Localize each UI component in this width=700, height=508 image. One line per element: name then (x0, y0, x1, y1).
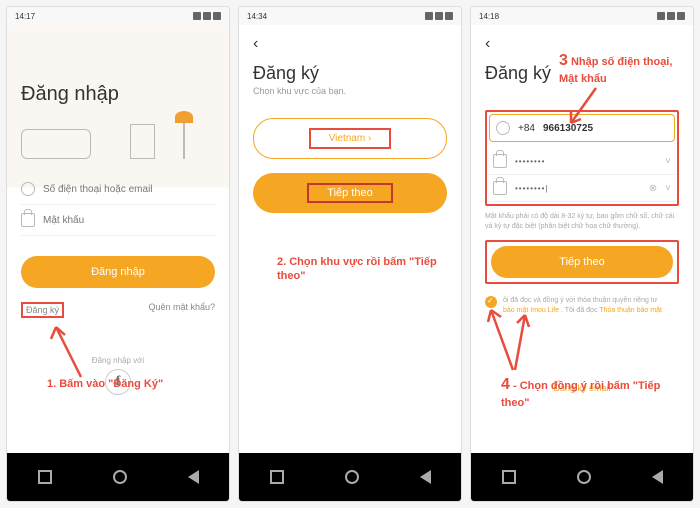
privacy-link[interactable]: bảo mật (503, 307, 528, 314)
next-button[interactable]: Tiếp theo (491, 246, 673, 278)
screen-login: 14:17 Đăng nhập Đăng nhập Đăng ký Quên m… (6, 6, 230, 502)
decor-illustration (21, 114, 215, 164)
status-time: 14:18 (479, 12, 499, 21)
user-icon (21, 182, 35, 196)
lock-icon (493, 181, 507, 195)
nav-recent[interactable] (502, 470, 516, 484)
status-bar: 14:17 (7, 7, 229, 25)
nav-home[interactable] (113, 470, 127, 484)
nav-back[interactable] (420, 470, 431, 484)
status-bar: 14:34 (239, 7, 461, 25)
region-button[interactable]: Vietnam › (253, 118, 447, 159)
status-time: 14:34 (247, 12, 267, 21)
forgot-link[interactable]: Quên mật khẩu? (148, 302, 215, 318)
nav-home[interactable] (577, 470, 591, 484)
nav-home[interactable] (345, 470, 359, 484)
login-button[interactable]: Đăng nhập (21, 256, 215, 288)
status-time: 14:17 (15, 12, 35, 21)
status-bar: 14:18 (471, 7, 693, 25)
login-title: Đăng nhập (21, 25, 215, 114)
password-hint: Mật khẩu phải có độ dài 8-32 ký tự, bao … (485, 212, 679, 232)
nav-bar (239, 453, 461, 501)
screen-form: 14:18 ‹ Đăng ký 3 Nhập số điện thoại, Mậ… (470, 6, 694, 502)
password-field[interactable]: •••••••• ˅ (489, 148, 675, 175)
password-field[interactable] (21, 205, 215, 236)
agree-checkbox[interactable]: ôi đã đọc và đồng ý với thỏa thuận quyền… (485, 296, 679, 317)
nav-back[interactable] (652, 470, 663, 484)
annotation-1: 1. Bấm vào "Đăng Ký" (47, 377, 163, 391)
confirm-password-field[interactable]: ••••••••| ⊗ ˅ (489, 175, 675, 202)
back-icon[interactable]: ‹ (253, 25, 447, 57)
nav-bar (7, 453, 229, 501)
password-input[interactable] (43, 215, 215, 226)
annotation-4: 4 - Chọn đồng ý rồi bấm "Tiếp theo" (501, 375, 671, 410)
register-link[interactable]: Đăng ký (21, 302, 64, 318)
annotation-3: 3 Nhập số điện thoại, Mật khẩu (559, 51, 689, 86)
phone-field[interactable] (21, 174, 215, 205)
phone-input[interactable] (43, 184, 215, 195)
checkbox-icon[interactable] (485, 296, 497, 308)
nav-recent[interactable] (270, 470, 284, 484)
nav-recent[interactable] (38, 470, 52, 484)
annotation-2: 2. Chọn khu vực rồi bấm "Tiếp theo" (277, 255, 437, 284)
register-title: Đăng ký (253, 57, 447, 86)
screen-region: 14:34 ‹ Đăng ký Chọn khu vực của bạn. Vi… (238, 6, 462, 502)
nav-bar (471, 453, 693, 501)
phone-field[interactable]: +84 966130725 (496, 119, 668, 137)
eye-icon[interactable]: ˅ (665, 156, 671, 167)
eye-icon[interactable]: ˅ (665, 183, 671, 194)
agreement-link[interactable]: Thỏa thuận bảo mật (599, 307, 662, 314)
lock-icon (493, 154, 507, 168)
register-title: Đăng ký (485, 57, 551, 86)
user-icon (496, 121, 510, 135)
lock-icon (21, 213, 35, 227)
nav-back[interactable] (188, 470, 199, 484)
register-subtitle: Chọn khu vực của bạn. (253, 86, 447, 96)
clear-icon[interactable]: ⊗ (649, 183, 657, 194)
next-button[interactable]: Tiếp theo (253, 173, 447, 213)
